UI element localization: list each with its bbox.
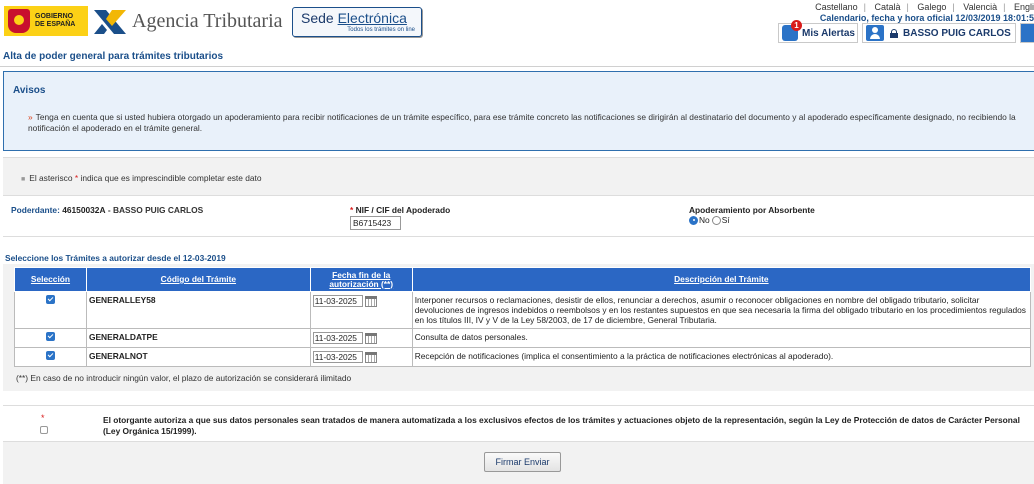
notice-title: Avisos xyxy=(13,85,46,96)
row-select-cell xyxy=(14,347,87,367)
alerts-count-badge: 1 xyxy=(791,20,802,31)
table-header-row: Selección Código del Trámite Fecha fin d… xyxy=(14,267,1032,292)
table-row: GENERALDATPE 11-03-2025 Consulta de dato… xyxy=(14,328,1032,348)
site-header: GOBIERNO DE ESPAÑA Agencia Tributaria Se… xyxy=(0,0,1034,44)
absorbente-label: Apoderamiento por Absorbente xyxy=(689,205,815,215)
row-checkbox[interactable] xyxy=(45,332,55,341)
col-seleccion[interactable]: Selección xyxy=(14,267,87,292)
gobierno-espana-logo[interactable]: GOBIERNO DE ESPAÑA xyxy=(4,6,88,36)
calendar-icon[interactable] xyxy=(364,295,377,307)
table-row: GENERALLEY58 11-03-2025 Interponer recur… xyxy=(14,291,1032,329)
consent-checkbox[interactable] xyxy=(40,426,48,434)
alerts-label: Mis Alertas xyxy=(802,27,855,39)
nif-apoderado-label: * NIF / CIF del Apoderado xyxy=(350,205,451,215)
calendar-icon[interactable] xyxy=(364,351,377,363)
official-clock[interactable]: Calendario, fecha y hora oficial 12/03/2… xyxy=(820,13,1034,23)
poderdante-info: Poderdante: 46150032A - BASSO PUIG CARLO… xyxy=(11,205,204,215)
row-select-cell xyxy=(14,328,87,348)
fecha-fin-input[interactable]: 11-03-2025 xyxy=(312,351,363,363)
language-selector: Castellano | Català | Galego | Valencià | En… xyxy=(815,2,1034,12)
fecha-fin-input[interactable]: 11-03-2025 xyxy=(312,332,363,344)
calendar-icon[interactable] xyxy=(364,332,377,344)
table-row: GENERALNOT 11-03-2025 Recepción de notif… xyxy=(14,347,1032,367)
required-star: * xyxy=(74,173,79,183)
form-footer: Firmar Enviar xyxy=(3,442,1034,484)
required-note: ■ El asterisco * indica que es imprescind… xyxy=(21,173,262,183)
poderdante-row: Poderdante: 46150032A - BASSO PUIG CARLO… xyxy=(3,195,1034,237)
agencia-tributaria-logo-icon[interactable] xyxy=(92,6,128,38)
row-select-cell xyxy=(14,291,87,329)
col-fecha-fin[interactable]: Fecha fin de la autorización (**) xyxy=(309,267,413,292)
firmar-enviar-button[interactable]: Firmar Enviar xyxy=(484,452,561,472)
title-divider xyxy=(0,66,1034,67)
logout-icon[interactable] xyxy=(1020,23,1034,43)
tramite-code: GENERALDATPE xyxy=(85,328,311,348)
user-icon xyxy=(866,25,884,41)
absorbente-radio-group: No Sí xyxy=(689,215,730,225)
notice-text: » Tenga en cuenta que si usted hubiera ot… xyxy=(28,112,1016,133)
agency-name[interactable]: Agencia Tributaria xyxy=(132,10,283,33)
tramite-code: GENERALNOT xyxy=(85,347,311,367)
fecha-cell: 11-03-2025 xyxy=(309,328,413,348)
fecha-cell: 11-03-2025 xyxy=(309,347,413,367)
lang-catala[interactable]: Català xyxy=(875,2,901,12)
page-title: Alta de poder general para trámites trib… xyxy=(3,51,224,62)
bullet-arrow-icon: » xyxy=(28,112,33,122)
plazo-note: (**) En caso de no introducir ningún val… xyxy=(16,373,352,383)
alerts-button[interactable]: 1 Mis Alertas xyxy=(778,20,858,43)
tramites-table: Selección Código del Trámite Fecha fin d… xyxy=(14,267,1032,367)
consent-text: El otorgante autoriza a que sus datos pe… xyxy=(103,415,1020,436)
tramite-description: Recepción de notificaciones (implica el … xyxy=(411,347,1032,367)
user-name: BASSO PUIG CARLOS xyxy=(903,27,1011,39)
poderdante-name: - BASSO PUIG CARLOS xyxy=(107,205,204,215)
absorbente-option-no: No xyxy=(699,215,710,225)
col-codigo[interactable]: Código del Trámite xyxy=(85,267,311,292)
fecha-fin-input[interactable]: 11-03-2025 xyxy=(312,295,363,307)
lang-valencia[interactable]: Valencià xyxy=(963,2,997,12)
tramites-section-title: Seleccione los Trámites a autorizar desd… xyxy=(5,253,226,263)
coat-of-arms-icon xyxy=(8,9,30,33)
row-checkbox[interactable] xyxy=(45,295,55,304)
absorbente-radio-no[interactable] xyxy=(689,215,698,225)
tramites-panel: Selección Código del Trámite Fecha fin d… xyxy=(3,264,1034,391)
fecha-cell: 11-03-2025 xyxy=(309,291,413,329)
gov-logo-text: GOBIERNO DE ESPAÑA xyxy=(35,13,76,28)
lang-galego[interactable]: Galego xyxy=(917,2,946,12)
row-checkbox[interactable] xyxy=(45,351,55,360)
absorbente-option-si: Sí xyxy=(721,215,730,225)
lang-english[interactable]: Engli xyxy=(1014,2,1034,12)
tramite-description: Interponer recursos o reclamaciones, des… xyxy=(411,291,1032,329)
consent-row: * El otorgante autoriza a que sus datos … xyxy=(3,405,1034,442)
square-bullet-icon: ■ xyxy=(21,176,26,183)
lang-castellano[interactable]: Castellano xyxy=(815,2,858,12)
poderdante-nif: 46150032A xyxy=(62,205,106,215)
bell-icon: 1 xyxy=(782,20,802,41)
col-descripcion[interactable]: Descripción del Trámite xyxy=(411,267,1032,292)
consent-required-star: * xyxy=(41,413,45,423)
lock-icon xyxy=(890,28,898,38)
notice-panel: Avisos » Tenga en cuenta que si usted hub… xyxy=(3,71,1034,151)
nif-apoderado-input[interactable]: B6715423 xyxy=(350,216,401,230)
sede-electronica-logo[interactable]: Sede Electrónica Todos los trámites on l… xyxy=(292,7,422,37)
user-session-button[interactable]: BASSO PUIG CARLOS xyxy=(862,23,1016,43)
sede-subtitle: Todos los trámites on line xyxy=(347,27,415,33)
tramite-code: GENERALLEY58 xyxy=(85,291,311,329)
required-note-panel: ■ El asterisco * indica que es imprescind… xyxy=(3,157,1034,195)
tramite-description: Consulta de datos personales. xyxy=(411,328,1032,348)
sede-title: Sede Electrónica xyxy=(301,10,407,26)
absorbente-radio-si[interactable] xyxy=(711,215,721,225)
